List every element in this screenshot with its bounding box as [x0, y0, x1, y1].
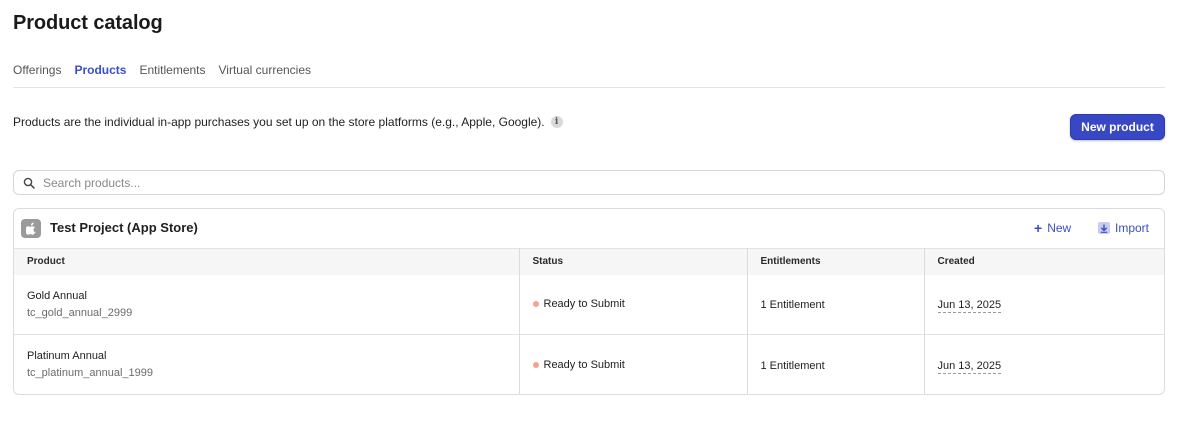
entitlements-count: 1 Entitlement: [760, 299, 825, 312]
tab-virtual-currencies[interactable]: Virtual currencies: [219, 62, 311, 88]
entitlements-cell: 1 Entitlement: [747, 274, 925, 335]
product-name: Gold Annual: [27, 289, 87, 302]
column-header-product[interactable]: Product: [14, 248, 520, 275]
store-card-title: Test Project (App Store): [50, 220, 198, 235]
status-label: Ready to Submit: [543, 298, 625, 311]
info-icon[interactable]: i: [550, 116, 563, 128]
created-date: Jun 13, 2025: [937, 299, 1002, 314]
tab-bar: Offerings Products Entitlements Virtual …: [13, 62, 1165, 88]
product-identifier: tc_gold_annual_2999: [27, 306, 133, 319]
created-cell: Jun 13, 2025: [924, 275, 1164, 335]
product-identifier: tc_platinum_annual_1999: [27, 367, 153, 380]
tab-entitlements[interactable]: Entitlements: [139, 62, 205, 88]
search-bar: [13, 170, 1165, 195]
import-link-label: Import: [1115, 221, 1150, 235]
table-row[interactable]: Gold Annual tc_gold_annual_2999 Ready to…: [14, 274, 1164, 335]
entitlements-cell: 1 Entitlement: [747, 334, 925, 394]
apple-icon: [21, 219, 41, 238]
created-cell: Jun 13, 2025: [924, 334, 1164, 394]
description-text: Products are the individual in-app purch…: [13, 115, 545, 129]
store-card: Test Project (App Store) + New Import Pr…: [13, 208, 1165, 395]
status-dot-icon: [532, 361, 539, 368]
column-header-entitlements[interactable]: Entitlements: [747, 248, 925, 275]
page-title: Product catalog: [13, 12, 163, 34]
column-header-status[interactable]: Status: [519, 248, 748, 275]
product-cell: Gold Annual tc_gold_annual_2999: [14, 274, 520, 335]
products-table: Product Status Entitlements Created Gold…: [14, 248, 1164, 394]
entitlements-count: 1 Entitlement: [760, 359, 825, 372]
product-cell: Platinum Annual tc_platinum_annual_1999: [14, 334, 520, 394]
created-date: Jun 13, 2025: [937, 359, 1002, 374]
new-link-label: New: [1047, 221, 1072, 235]
status-cell: Ready to Submit: [519, 274, 748, 335]
search-input[interactable]: [43, 175, 1164, 190]
new-product-link[interactable]: + New: [1034, 221, 1071, 235]
status-dot-icon: [532, 301, 539, 308]
tab-products[interactable]: Products: [74, 62, 126, 88]
table-row[interactable]: Platinum Annual tc_platinum_annual_1999 …: [14, 334, 1164, 394]
plus-icon: +: [1034, 220, 1043, 236]
new-product-button[interactable]: New product: [1070, 114, 1165, 140]
products-description: Products are the individual in-app purch…: [13, 115, 563, 129]
table-header-row: Product Status Entitlements Created: [14, 248, 1164, 275]
search-icon: [23, 177, 35, 189]
column-header-created[interactable]: Created: [924, 248, 1164, 275]
status-label: Ready to Submit: [543, 358, 625, 371]
store-card-header: Test Project (App Store) + New Import: [14, 209, 1164, 248]
import-icon: [1098, 222, 1110, 234]
import-link[interactable]: Import: [1098, 221, 1149, 235]
status-cell: Ready to Submit: [519, 334, 748, 394]
product-name: Platinum Annual: [27, 350, 107, 363]
tab-offerings[interactable]: Offerings: [13, 62, 61, 88]
